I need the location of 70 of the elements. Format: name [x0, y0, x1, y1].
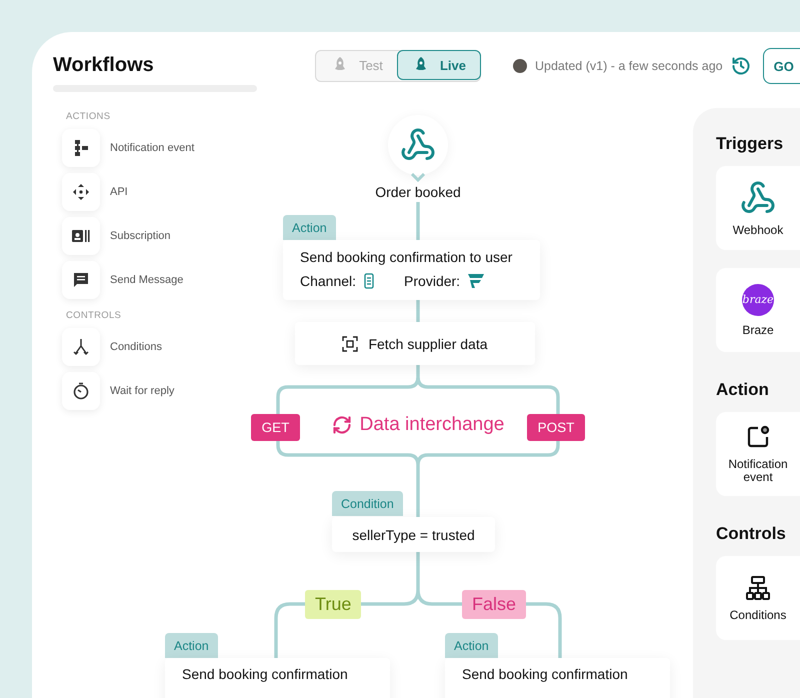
panel-heading: Triggers [716, 134, 784, 154]
component-card[interactable]: braze Braze [716, 268, 800, 352]
palette-tile[interactable] [62, 217, 100, 255]
brand-logo: braze [742, 284, 774, 316]
action-node[interactable]: Send booking confirmation [445, 658, 670, 698]
split-arrows-icon [72, 338, 90, 356]
history-icon[interactable] [730, 56, 751, 76]
palette-tile[interactable] [62, 129, 100, 167]
node-tag: Action [165, 633, 218, 658]
palette-label: Notification event [110, 142, 194, 154]
node-title: Send booking confirmation to user [300, 249, 514, 265]
channel-label: Channel: [300, 273, 356, 289]
message-icon [72, 271, 90, 289]
palette-label: API [110, 186, 128, 198]
contact-card-icon [71, 228, 91, 244]
condition-node[interactable]: sellerType = trusted [332, 517, 495, 552]
node-tag: Action [283, 215, 336, 240]
node-tag: Condition [332, 491, 403, 516]
palette-tile[interactable] [62, 261, 100, 299]
section-heading: ACTIONS [66, 111, 112, 122]
component-label: Webhook [732, 224, 784, 236]
webhook-icon [740, 180, 776, 216]
palette-label: Subscription [110, 230, 171, 242]
move-arrows-icon [72, 183, 90, 201]
mode-tab[interactable]: Live [397, 50, 481, 80]
avatar [513, 59, 527, 73]
condition-expression: sellerType = trusted [352, 526, 475, 542]
chevron-icon [411, 173, 425, 182]
provider-logo-icon [468, 274, 484, 288]
node-tag: Action [445, 633, 498, 658]
page-title: Workflows [53, 54, 155, 77]
component-card[interactable]: Conditions [716, 556, 800, 640]
connector-line [416, 202, 420, 240]
org-chart-icon [745, 574, 771, 601]
palette-label: Send Message [110, 274, 184, 286]
action-node[interactable]: Send booking confirmation [165, 658, 390, 698]
provider-label: Provider: [404, 273, 460, 289]
palette-tile[interactable] [62, 328, 100, 366]
section-heading: CONTROLS [66, 310, 122, 321]
hierarchy-icon [72, 139, 90, 157]
palette-label: Conditions [110, 341, 162, 353]
node-title: Fetch supplier data [368, 336, 488, 352]
scan-frame-icon [342, 336, 358, 352]
method-tag: GET [251, 414, 300, 441]
phone-icon [364, 273, 374, 289]
node-title: Send booking confirmation [462, 666, 629, 682]
palette-tile[interactable] [62, 372, 100, 410]
palette-label: Wait for reply [110, 385, 174, 397]
connector-line [416, 300, 420, 322]
webhook-icon [400, 127, 436, 163]
action-node[interactable]: Send booking confirmation to user Channel: Provider: [283, 240, 540, 300]
timer-icon [72, 382, 90, 400]
panel-heading: Action [716, 380, 770, 400]
refresh-icon [332, 415, 352, 435]
node-title: Send booking confirmation [182, 666, 349, 682]
branch-label: False [462, 590, 526, 619]
component-card[interactable]: Notification event [716, 412, 800, 496]
branch-label: True [305, 590, 362, 619]
update-status: Updated (v1) - a few seconds ago [535, 59, 723, 73]
component-label: Notification event [727, 458, 789, 484]
panel-heading: Controls [716, 524, 787, 544]
fetch-node[interactable]: Fetch supplier data [295, 322, 535, 365]
go-button[interactable]: GO [762, 48, 800, 84]
component-label: Braze [741, 324, 775, 336]
component-label: Conditions [728, 608, 788, 622]
method-tag: POST [527, 414, 585, 441]
interchange-label: Data interchange [360, 414, 504, 436]
trigger-label: Order booked [374, 184, 462, 200]
palette-tile[interactable] [62, 173, 100, 211]
component-card[interactable]: Webhook [716, 166, 800, 250]
